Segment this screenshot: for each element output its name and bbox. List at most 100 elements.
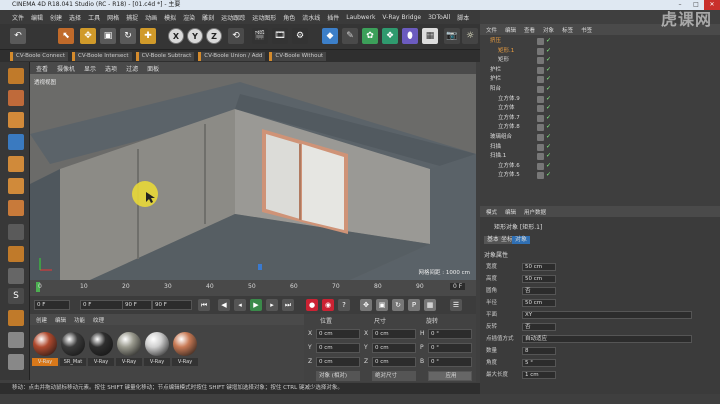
visibility-toggle-icon[interactable]: [537, 38, 544, 45]
object-menu-item[interactable]: 书签: [581, 26, 592, 34]
visibility-toggle-icon[interactable]: [537, 162, 544, 170]
light-icon[interactable]: ☼: [462, 28, 478, 44]
x-axis-button[interactable]: X: [168, 28, 184, 44]
attribute-value-field[interactable]: 否: [522, 287, 556, 295]
menu-item[interactable]: 脚本: [457, 13, 469, 22]
param-key-icon[interactable]: P: [408, 299, 420, 311]
z-axis-button[interactable]: Z: [206, 28, 222, 44]
pen-icon[interactable]: ✎: [342, 28, 358, 44]
scale-key-icon[interactable]: ▣: [376, 299, 388, 311]
object-menu-item[interactable]: 对象: [543, 26, 554, 34]
polygons-mode-icon[interactable]: [8, 200, 24, 216]
enable-check-icon[interactable]: ✓: [546, 57, 552, 63]
object-row[interactable]: 立方体.7 ✓: [480, 114, 720, 123]
rotate-icon[interactable]: ↻: [120, 28, 136, 44]
axis-mode-icon[interactable]: [8, 246, 24, 262]
quantize-icon[interactable]: [8, 310, 24, 326]
enable-check-icon[interactable]: ✓: [546, 134, 552, 140]
end-frame-field[interactable]: 90 F: [152, 300, 192, 310]
visibility-toggle-icon[interactable]: [537, 95, 544, 103]
menu-item[interactable]: 渲染: [183, 13, 195, 22]
menu-item[interactable]: 创建: [50, 13, 62, 22]
scale-icon[interactable]: ▣: [100, 28, 116, 44]
menu-item[interactable]: 文件: [12, 13, 24, 22]
first-frame-icon[interactable]: ⏮: [198, 299, 210, 311]
points-mode-icon[interactable]: [8, 156, 24, 172]
object-row[interactable]: 立方体 ✓: [480, 104, 720, 113]
visibility-toggle-icon[interactable]: [537, 172, 544, 180]
coord-mode-select[interactable]: 对象 (相对): [316, 371, 360, 381]
object-row[interactable]: 护栏 ✓: [480, 66, 720, 75]
pos-y-field[interactable]: 0 cm: [316, 343, 360, 353]
viewport-menu-item[interactable]: 过滤: [126, 64, 138, 73]
object-row[interactable]: 阳台 ✓: [480, 85, 720, 94]
enable-check-icon[interactable]: ✓: [546, 38, 552, 44]
rot-b-field[interactable]: 0 °: [428, 357, 472, 367]
array-icon[interactable]: ❖: [382, 28, 398, 44]
enable-check-icon[interactable]: ✓: [546, 86, 552, 92]
enable-check-icon[interactable]: ✓: [546, 114, 552, 121]
camera-icon[interactable]: 📷: [444, 28, 460, 44]
attribute-value-field[interactable]: 50 cm: [522, 299, 556, 307]
move-icon[interactable]: ✥: [80, 28, 96, 44]
menu-item[interactable]: 模拟: [164, 13, 176, 22]
material-menu-item[interactable]: 功能: [74, 316, 85, 324]
menu-item[interactable]: 编辑: [31, 13, 43, 22]
last-frame-icon[interactable]: ⏭: [282, 299, 294, 311]
enable-check-icon[interactable]: ✓: [546, 143, 552, 150]
material-swatch[interactable]: [89, 332, 113, 356]
object-row[interactable]: 扫描 ✓: [480, 143, 720, 152]
render-picture-icon[interactable]: 🎞: [272, 28, 288, 44]
deformer-icon[interactable]: ⬮: [402, 28, 418, 44]
menu-item[interactable]: 选择: [69, 13, 81, 22]
pos-x-field[interactable]: 0 cm: [316, 329, 360, 339]
coordinate-system-icon[interactable]: ⟲: [228, 28, 244, 44]
max-frame-field[interactable]: 90 F: [122, 300, 152, 310]
live-select-icon[interactable]: ⬉: [58, 28, 74, 44]
cv-boole-subtract-button[interactable]: CV-Boole Subtract: [135, 51, 195, 61]
y-axis-button[interactable]: Y: [187, 28, 203, 44]
attribute-value-field[interactable]: 否: [522, 323, 556, 331]
size-z-field[interactable]: 0 cm: [372, 357, 416, 367]
menu-item[interactable]: V-Ray Bridge: [382, 14, 421, 21]
perspective-viewport[interactable]: 透视视图 网格间距 : 1000 cm: [30, 74, 476, 280]
prev-key-icon[interactable]: ◀: [218, 299, 230, 311]
menu-item[interactable]: 3DToAll: [428, 14, 450, 21]
add-icon[interactable]: ✚: [140, 28, 156, 44]
rot-p-field[interactable]: 0 °: [428, 343, 472, 353]
visibility-toggle-icon[interactable]: [537, 66, 544, 74]
floor-icon[interactable]: ▦: [422, 28, 438, 44]
visibility-toggle-icon[interactable]: [537, 114, 544, 122]
enable-check-icon[interactable]: ✓: [546, 105, 552, 111]
make-editable-icon[interactable]: [8, 68, 24, 84]
autokey-icon[interactable]: ◉: [322, 299, 334, 311]
menu-item[interactable]: 运动跟踪: [221, 13, 245, 22]
tab-object[interactable]: 对象: [512, 236, 531, 244]
viewport-menu-item[interactable]: 选项: [105, 64, 117, 73]
attribute-value-field[interactable]: XY: [522, 311, 692, 319]
viewport-menu-item[interactable]: 查看: [36, 64, 48, 73]
viewport-menu-item[interactable]: 面板: [147, 64, 159, 73]
visibility-toggle-icon[interactable]: [537, 124, 544, 132]
menu-item[interactable]: 捕捉: [126, 13, 138, 22]
timeline-window-icon[interactable]: ☰: [450, 299, 462, 311]
attribute-value-field[interactable]: 8: [522, 347, 556, 355]
render-settings-icon[interactable]: ⚙: [292, 28, 308, 44]
object-row[interactable]: 立方体.9 ✓: [480, 95, 720, 104]
object-menu-item[interactable]: 文件: [486, 26, 497, 34]
material-swatch[interactable]: [173, 332, 197, 356]
viewport-menu-item[interactable]: 摄像机: [57, 64, 75, 73]
apply-button[interactable]: 应用: [428, 371, 472, 381]
enable-check-icon[interactable]: ✓: [546, 172, 552, 178]
pos-z-field[interactable]: 0 cm: [316, 357, 360, 367]
subdivision-icon[interactable]: ✿: [362, 28, 378, 44]
next-frame-icon[interactable]: ▸: [266, 299, 278, 311]
enable-check-icon[interactable]: ✓: [546, 47, 552, 54]
material-swatch[interactable]: [117, 332, 141, 356]
visibility-toggle-icon[interactable]: [537, 153, 544, 161]
menu-item[interactable]: 运动图形: [252, 13, 276, 22]
snap-s-icon[interactable]: S: [8, 288, 24, 304]
workplane-icon[interactable]: [8, 112, 24, 128]
object-menu-item[interactable]: 查看: [524, 26, 535, 34]
size-mode-select[interactable]: 绝对尺寸: [372, 371, 416, 381]
